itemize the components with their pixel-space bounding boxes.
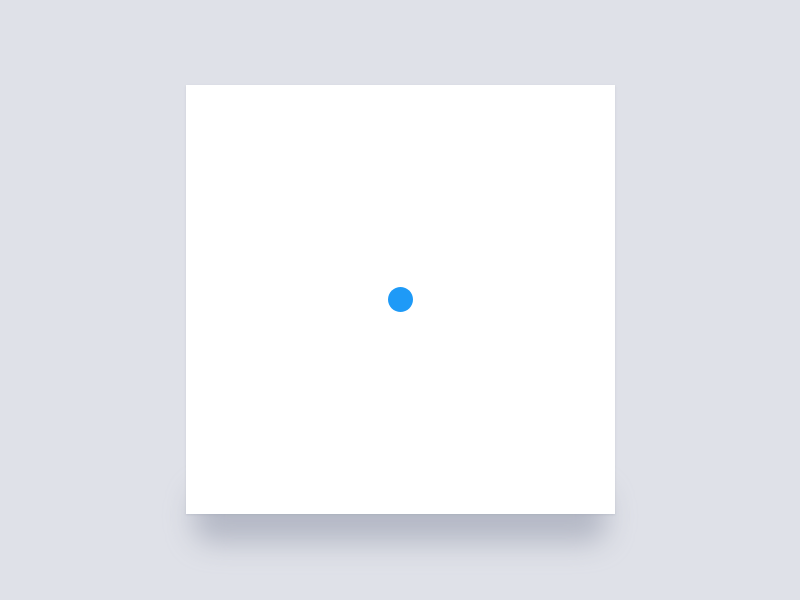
blue-dot-icon[interactable]	[387, 287, 413, 312]
canvas-card	[186, 85, 615, 514]
stage	[0, 0, 800, 600]
